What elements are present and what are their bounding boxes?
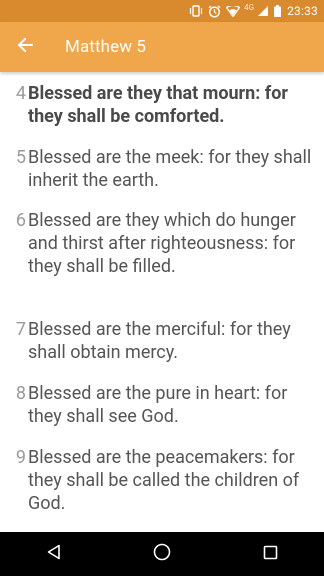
nav-recents-button[interactable] xyxy=(240,532,300,576)
alarm-icon xyxy=(208,0,221,22)
nav-back-button[interactable] xyxy=(24,532,84,576)
verse-item[interactable]: 8 Blessed are the pure in heart: for the… xyxy=(0,382,324,428)
battery-icon xyxy=(274,0,282,22)
verse-number: 4 xyxy=(15,83,26,104)
network-type-label: 4G xyxy=(244,2,255,12)
verse-text: Blessed are the peacemakers: for they sh… xyxy=(28,447,300,514)
back-triangle-icon xyxy=(46,544,62,564)
verse-item[interactable]: 9 Blessed are the peacemakers: for they … xyxy=(0,446,324,515)
wifi-icon xyxy=(226,0,241,22)
verse-number: 9 xyxy=(15,447,26,468)
verse-text: Blessed are they that mourn: for they sh… xyxy=(28,83,288,127)
verse-item[interactable]: 7 Blessed are the merciful: for they sha… xyxy=(0,318,324,364)
verse-text: Blessed are they which do hunger and thi… xyxy=(28,210,296,277)
back-button[interactable] xyxy=(0,22,50,72)
page-title: Matthew 5 xyxy=(65,37,147,57)
app-bar: Matthew 5 xyxy=(0,22,324,72)
home-circle-icon xyxy=(153,543,171,565)
verse-number: 6 xyxy=(15,210,26,231)
verse-list[interactable]: 4 Blessed are they that mourn: for they … xyxy=(0,72,324,532)
status-bar: 4G 23:33 xyxy=(0,0,324,22)
signal-icon xyxy=(257,0,269,22)
nav-home-button[interactable] xyxy=(132,532,192,576)
verse-item[interactable]: 5 Blessed are the meek: for they shall i… xyxy=(0,146,324,192)
vibrate-icon xyxy=(189,0,203,22)
verse-number: 8 xyxy=(15,383,26,404)
verse-number: 7 xyxy=(15,319,26,340)
back-arrow-icon xyxy=(17,37,33,57)
clock: 23:33 xyxy=(287,4,318,18)
system-nav-bar xyxy=(0,532,324,576)
verse-number: 5 xyxy=(15,147,26,168)
verse-text: Blessed are the pure in heart: for they … xyxy=(28,383,288,427)
recents-square-icon xyxy=(263,545,278,564)
verse-text: Blessed are the merciful: for they shall… xyxy=(28,319,291,363)
verse-text: Blessed are the meek: for they shall inh… xyxy=(28,147,312,191)
verse-item[interactable]: 4 Blessed are they that mourn: for they … xyxy=(0,82,324,128)
verse-item[interactable]: 6 Blessed are they which do hunger and t… xyxy=(0,209,324,278)
